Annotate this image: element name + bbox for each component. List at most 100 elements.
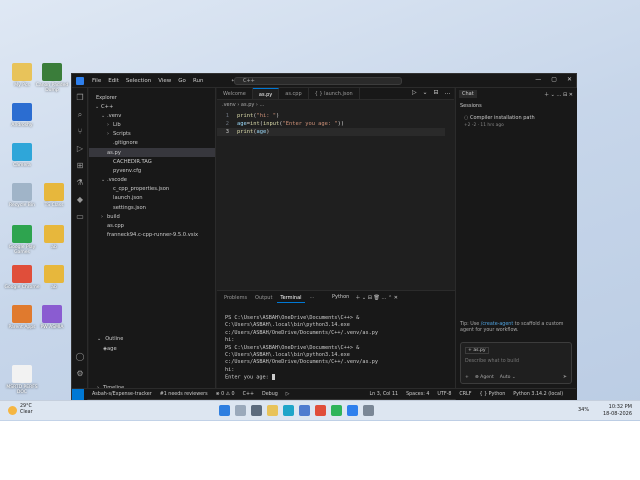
testing-icon[interactable]: ⚗ [75,178,85,188]
status-item[interactable]: UTF-8 [437,392,451,397]
editor-actions[interactable]: ▷ ⌄ ⊟ … [412,89,452,96]
search-icon[interactable]: ⌕ [75,110,85,120]
account-icon[interactable]: ◯ [75,352,85,362]
status-item[interactable]: #1 needs reviewers [160,392,208,397]
status-item[interactable]: ⊗ 0 ⚠ 0 [216,392,235,397]
chrome-icon[interactable] [315,405,326,416]
menu-item[interactable]: Edit [108,78,119,84]
outline-item[interactable]: ◈ age [89,344,215,353]
terminal-shell-label[interactable]: Python [332,294,349,301]
context-chip[interactable]: + as.py [465,347,489,354]
file-tree-item[interactable]: franneck94.c-cpp-runner-9.5.0.vsix [89,231,215,240]
menu-item[interactable]: File [92,78,101,84]
desktop-icon[interactable]: Google Play Games [4,225,40,255]
desktop-icon[interactable]: ab [36,265,72,290]
explorer-icon[interactable]: ❐ [75,93,85,103]
file-tree-item[interactable]: .gitignore [89,139,215,148]
command-center-search[interactable]: C++ [234,77,402,85]
menu-item[interactable]: Selection [126,78,151,84]
send-icon[interactable]: ➤ [563,374,567,380]
status-item[interactable]: Ln 3, Col 11 [369,392,398,397]
settings-taskbar-icon[interactable] [363,405,374,416]
code-editor[interactable]: 1 print("hi: ") 2 age=int(input("Enter you … [217,112,445,136]
agent-mode-picker[interactable]: ⊕ Agent [475,375,494,380]
store-icon[interactable] [299,405,310,416]
terminal-actions[interactable]: ＋ ⌄ ⊟ 🗑 … ⌃ ✕ [355,294,398,301]
settings-gear-icon[interactable]: ⚙ [75,369,85,379]
status-item[interactable]: Debug [262,392,278,397]
chat-input-box[interactable]: + as.py Describe what to build + ⊕ Agent… [460,342,572,384]
panel-tab[interactable]: Terminal [277,294,305,303]
window-control-button[interactable]: — [535,76,541,83]
editor-tab[interactable]: Welcome [217,88,253,99]
status-item[interactable]: { } Python [480,392,506,397]
desktop-icon[interactable]: Google Chrome [4,265,40,290]
desktop-icon[interactable]: Androshy [4,103,40,128]
editor-tab[interactable]: as.py [252,88,280,99]
window-control-button[interactable]: ▢ [551,76,557,83]
status-item[interactable]: Spaces: 4 [406,392,429,397]
file-tree-item[interactable]: › Scripts [89,130,215,139]
weather-widget[interactable]: 29°C Clear [8,404,33,416]
session-item[interactable]: ◌ Compiler installation path +2 -2 · 11 … [456,112,577,131]
desktop-icon[interactable]: Camera [4,143,40,168]
terminal-output[interactable]: PS C:\Users\ASBAH\OneDrive\Documents\C++… [225,315,425,382]
desktop-icon[interactable]: Recycle Bin [4,183,40,208]
clock[interactable]: 10:32 PM 18-08-2026 [603,404,632,417]
editor-tab[interactable]: { } launch.json [309,88,360,99]
python-icon[interactable]: ◆ [75,195,85,205]
remote-indicator[interactable] [72,388,84,400]
panel-tab[interactable]: Output [252,294,275,303]
start-icon[interactable] [219,405,230,416]
whatsapp-icon[interactable] [331,405,342,416]
file-tree-item[interactable]: c_cpp_properties.json [89,185,215,194]
file-explorer-icon[interactable] [267,405,278,416]
taskbar-search-icon[interactable] [235,405,246,416]
run-debug-icon[interactable]: ▷ [75,144,85,154]
attach-icon[interactable]: + [465,375,469,380]
desktop-icon[interactable]: ab [36,225,72,250]
file-tree-item[interactable]: pyvenv.cfg [89,166,215,175]
desktop-icon-label: ab [51,245,57,250]
extensions-icon[interactable]: ⊞ [75,161,85,171]
file-tree-item[interactable]: settings.json [89,203,215,212]
file-tree-item[interactable]: CACHEDIR.TAG [89,157,215,166]
desktop-icon-label: Parent Apps [8,325,36,330]
menu-item[interactable]: Go [178,78,186,84]
remote-explorer-icon[interactable]: ▭ [75,212,85,222]
create-agent-link[interactable]: /create-agent [481,322,513,327]
chat-header-actions[interactable]: ＋ ⌄ … ⊟ ✕ [541,88,577,102]
file-tree-item[interactable]: ⌄ C++ [89,102,215,111]
edge-icon[interactable] [283,405,294,416]
task-view-icon[interactable] [251,405,262,416]
file-tree-item[interactable]: › Lib [89,120,215,129]
file-tree-item[interactable]: as.py [89,147,215,158]
status-item[interactable]: Asbah-s/Expense-tracker [92,392,152,397]
desktop-icon[interactable]: Canon Padded Dump [34,63,70,93]
editor-tab[interactable]: as.cpp [279,88,309,99]
battery-percentage[interactable]: 34% [578,407,589,413]
source-control-icon[interactable]: ⑂ [75,127,85,137]
file-tree-item[interactable]: as.cpp [89,221,215,230]
file-tree-item[interactable]: › build [89,212,215,221]
breadcrumb[interactable]: .venv › as.py › ... [222,102,264,108]
file-tree-item[interactable]: ⌄ .vscode [89,176,215,185]
status-item[interactable]: ▷ [286,392,290,397]
model-picker[interactable]: Auto ⌄ [500,375,516,380]
chat-tab[interactable]: Chat [459,90,477,98]
desktop-icon[interactable]: MSRTD PERFS DOC [4,365,40,395]
status-item[interactable]: Python 3.14.2 (local) [513,392,563,397]
desktop-icon[interactable]: PW ASMIA [34,305,70,330]
vscode-taskbar-icon[interactable] [347,405,358,416]
menu-item[interactable]: Run [193,78,204,84]
outline-header[interactable]: ⌄ Outline [89,334,215,344]
status-item[interactable]: C++ [243,392,254,397]
panel-tab[interactable]: Problems [221,294,250,303]
file-tree-item[interactable]: launch.json [89,194,215,203]
window-control-button[interactable]: ✕ [567,76,572,83]
status-item[interactable]: CRLF [459,392,471,397]
desktop-icon[interactable]: TS Class [36,183,72,208]
file-tree-item[interactable]: ⌄ .venv [89,111,215,120]
panel-tab[interactable]: ··· [307,294,318,303]
menu-item[interactable]: View [158,78,171,84]
